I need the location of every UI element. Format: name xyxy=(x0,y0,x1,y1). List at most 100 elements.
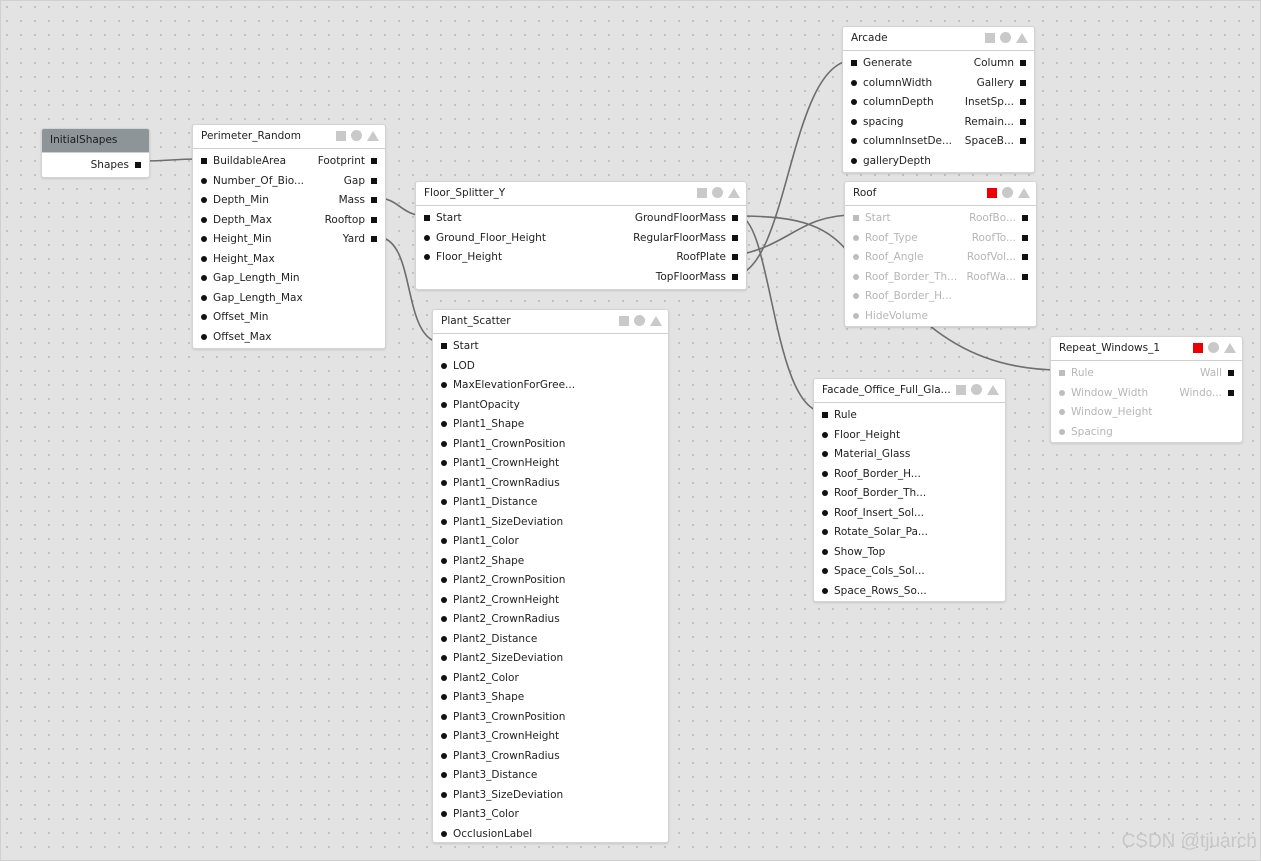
port-row[interactable]: Plant2_CrownPosition xyxy=(433,570,668,590)
output-port-icon[interactable] xyxy=(1020,99,1026,105)
node-roof[interactable]: Roof Start RoofBo... Roof_Type RoofTo...… xyxy=(844,181,1037,327)
circle-icon[interactable] xyxy=(351,130,362,141)
port-row[interactable]: Plant1_CrownPosition xyxy=(433,434,668,454)
port-row[interactable]: Plant2_Shape xyxy=(433,551,668,571)
node-header[interactable]: InitialShapes xyxy=(42,129,149,153)
port-row[interactable]: Roof_Border_Th... xyxy=(814,483,1005,503)
port-row[interactable]: Rule Wall xyxy=(1051,363,1242,383)
circle-icon[interactable] xyxy=(1000,32,1011,43)
port-row[interactable]: Plant2_Distance xyxy=(433,629,668,649)
node-perimeter-random[interactable]: Perimeter_Random BuildableArea Footprint… xyxy=(192,124,386,349)
output-port-icon[interactable] xyxy=(732,234,738,241)
param-dot-icon[interactable] xyxy=(822,431,828,438)
node-header[interactable]: Perimeter_Random xyxy=(193,125,385,149)
port-row[interactable]: Plant3_CrownRadius xyxy=(433,746,668,766)
port-row[interactable]: Gap_Length_Max xyxy=(193,288,385,308)
node-header[interactable]: Roof xyxy=(845,182,1036,206)
param-dot-icon[interactable] xyxy=(1059,409,1065,415)
node-header[interactable]: Arcade xyxy=(843,27,1034,51)
port-row[interactable]: Gap_Length_Min xyxy=(193,268,385,288)
param-dot-icon[interactable] xyxy=(853,312,859,319)
port-row[interactable]: Start GroundFloorMass xyxy=(416,208,746,228)
output-port-icon[interactable] xyxy=(1022,273,1028,280)
param-dot-icon[interactable] xyxy=(441,499,447,505)
port-row[interactable]: Depth_Min Mass xyxy=(193,190,385,210)
output-port-icon[interactable] xyxy=(1228,389,1234,396)
param-dot-icon[interactable] xyxy=(441,830,447,837)
port-row[interactable]: Generate Column xyxy=(843,53,1034,73)
port-row[interactable]: galleryDepth xyxy=(843,151,1034,171)
port-row[interactable]: Offset_Max xyxy=(193,327,385,347)
triangle-icon[interactable] xyxy=(367,130,379,141)
node-header[interactable]: Plant_Scatter xyxy=(433,310,668,334)
square-icon[interactable] xyxy=(336,130,346,141)
square-icon[interactable] xyxy=(956,384,966,395)
port-row[interactable]: OcclusionLabel xyxy=(433,824,668,843)
port-row[interactable]: Window_Width Windo... xyxy=(1051,383,1242,403)
input-port-icon[interactable] xyxy=(822,412,828,418)
node-plant-scatter[interactable]: Plant_Scatter Start LOD MaxElevationForG… xyxy=(432,309,669,843)
port-row[interactable]: PlantOpacity xyxy=(433,395,668,415)
param-dot-icon[interactable] xyxy=(201,333,207,340)
port-row[interactable]: Plant3_SizeDeviation xyxy=(433,785,668,805)
param-dot-icon[interactable] xyxy=(201,275,207,281)
param-dot-icon[interactable] xyxy=(424,234,430,241)
param-dot-icon[interactable] xyxy=(441,460,447,466)
param-dot-icon[interactable] xyxy=(1059,389,1065,396)
param-dot-icon[interactable] xyxy=(822,470,828,477)
param-dot-icon[interactable] xyxy=(853,293,859,299)
port-row[interactable]: Show_Top xyxy=(814,542,1005,562)
input-port-icon[interactable] xyxy=(201,158,207,164)
param-dot-icon[interactable] xyxy=(441,752,447,759)
param-dot-icon[interactable] xyxy=(441,655,447,661)
port-row[interactable]: columnWidth Gallery xyxy=(843,73,1034,93)
param-dot-icon[interactable] xyxy=(853,273,859,280)
square-icon[interactable] xyxy=(697,187,707,198)
port-row[interactable]: Plant1_CrownRadius xyxy=(433,473,668,493)
port-row[interactable]: Ground_Floor_Height RegularFloorMass xyxy=(416,228,746,248)
port-row[interactable]: columnDepth InsetSp... xyxy=(843,92,1034,112)
port-row[interactable]: columnInsetDe... SpaceB... xyxy=(843,131,1034,151)
param-dot-icon[interactable] xyxy=(441,811,447,817)
port-row[interactable]: Rotate_Solar_Pa... xyxy=(814,522,1005,542)
param-dot-icon[interactable] xyxy=(441,440,447,447)
square-icon[interactable] xyxy=(985,32,995,43)
input-port-icon[interactable] xyxy=(424,215,430,221)
port-row[interactable]: Rule xyxy=(814,405,1005,425)
param-dot-icon[interactable] xyxy=(822,568,828,574)
port-row[interactable]: Spacing xyxy=(1051,422,1242,442)
param-dot-icon[interactable] xyxy=(851,79,857,86)
output-port-icon[interactable] xyxy=(732,273,738,280)
port-row[interactable]: Roof_Border_H... xyxy=(845,286,1036,306)
port-row[interactable]: Plant3_CrownPosition xyxy=(433,707,668,727)
port-row[interactable]: Plant1_Color xyxy=(433,531,668,551)
circle-icon[interactable] xyxy=(1002,187,1013,198)
circle-icon[interactable] xyxy=(634,315,645,326)
param-dot-icon[interactable] xyxy=(851,118,857,125)
output-port-icon[interactable] xyxy=(1022,234,1028,241)
output-port-icon[interactable] xyxy=(371,197,377,203)
param-dot-icon[interactable] xyxy=(853,254,859,260)
port-row[interactable]: Floor_Height RoofPlate xyxy=(416,247,746,267)
port-row[interactable]: Plant2_CrownRadius xyxy=(433,609,668,629)
param-dot-icon[interactable] xyxy=(441,401,447,408)
port-row[interactable]: Plant2_CrownHeight xyxy=(433,590,668,610)
node-header[interactable]: Repeat_Windows_1 xyxy=(1051,337,1242,361)
triangle-icon[interactable] xyxy=(1018,187,1030,198)
param-dot-icon[interactable] xyxy=(441,694,447,700)
output-port-icon[interactable] xyxy=(1228,370,1234,376)
circle-icon[interactable] xyxy=(971,384,982,395)
input-port-icon[interactable] xyxy=(851,60,857,66)
param-dot-icon[interactable] xyxy=(822,490,828,496)
port-row[interactable]: Plant2_Color xyxy=(433,668,668,688)
port-row[interactable]: Start xyxy=(433,336,668,356)
port-row[interactable]: Roof_Type RoofTo... xyxy=(845,228,1036,248)
port-row[interactable]: Plant1_Distance xyxy=(433,492,668,512)
node-header[interactable]: Floor_Splitter_Y xyxy=(416,182,746,206)
port-row[interactable]: Shapes xyxy=(42,155,149,175)
port-row[interactable]: Space_Cols_Sol... xyxy=(814,561,1005,581)
param-dot-icon[interactable] xyxy=(441,382,447,388)
output-port-icon[interactable] xyxy=(732,254,738,260)
port-row[interactable]: HideVolume xyxy=(845,306,1036,326)
param-dot-icon[interactable] xyxy=(822,509,828,516)
